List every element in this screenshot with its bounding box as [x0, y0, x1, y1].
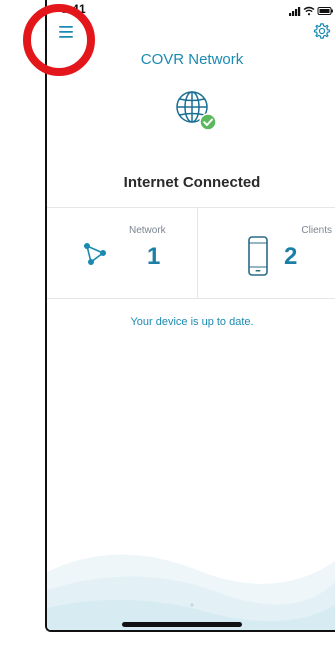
cellular-signal-icon	[289, 7, 301, 16]
wifi-icon	[303, 6, 315, 16]
decorative-waves	[47, 554, 335, 630]
status-time: 9:41	[61, 2, 86, 16]
status-bar: 9:41	[47, 0, 335, 22]
home-indicator[interactable]	[122, 622, 242, 627]
update-status-message: Your device is up to date.	[130, 316, 254, 328]
stats-panel: Network 1 Clients 2	[47, 207, 335, 299]
screenshot-stage: 9:41 COVR Network Internet Connected Net…	[0, 0, 335, 657]
clients-count: 2	[284, 243, 298, 270]
network-stat-card[interactable]: Network 1	[47, 208, 197, 298]
globe-icon	[176, 91, 217, 131]
battery-icon	[317, 7, 333, 15]
network-count: 1	[147, 243, 161, 270]
network-label: Network	[129, 225, 166, 236]
clients-stat-card[interactable]: Clients 2	[198, 208, 335, 298]
status-icons	[289, 6, 333, 16]
check-badge-icon	[199, 113, 217, 131]
phone-screen: 9:41 COVR Network Internet Connected Net…	[45, 0, 335, 632]
clients-label: Clients	[301, 225, 332, 236]
page-title: COVR Network	[140, 51, 244, 68]
network-nodes-icon	[84, 243, 106, 265]
hamburger-menu-icon[interactable]	[58, 24, 76, 40]
phone-device-icon	[248, 236, 268, 276]
gear-icon[interactable]	[313, 22, 331, 40]
internet-status-text: Internet Connected	[123, 174, 261, 191]
